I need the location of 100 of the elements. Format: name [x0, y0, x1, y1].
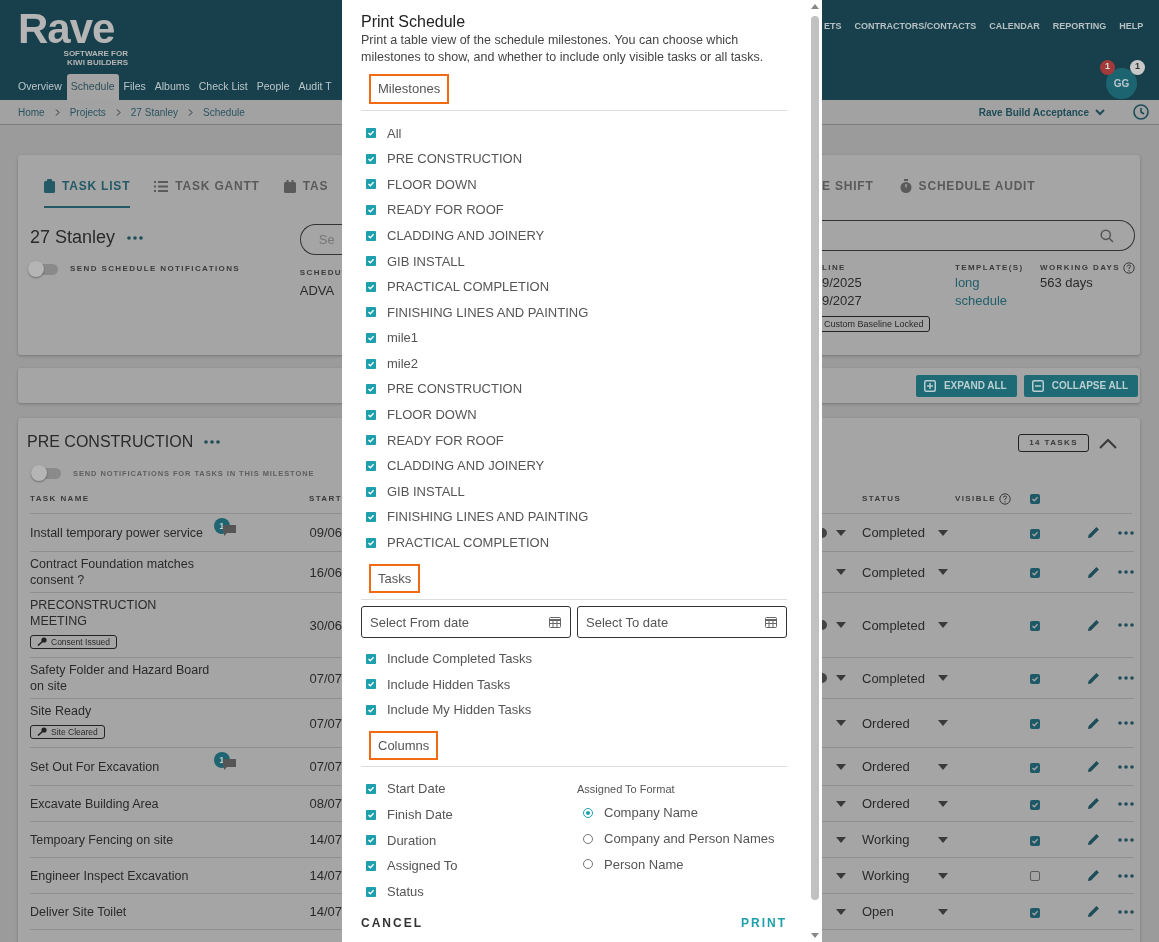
option-label[interactable]: Include Hidden Tasks: [387, 674, 511, 695]
caret-icon[interactable]: [836, 908, 846, 915]
option-label[interactable]: Company Name: [604, 803, 698, 823]
option-label[interactable]: Include My Hidden Tasks: [387, 700, 532, 720]
nav-link[interactable]: REPORTING: [1052, 20, 1107, 34]
scrollbar-thumb[interactable]: [811, 16, 819, 900]
task-name[interactable]: Tempoary Fencing on site: [30, 831, 214, 848]
caret-icon[interactable]: [938, 836, 948, 843]
option-label[interactable]: All: [387, 123, 402, 144]
project-tab[interactable]: Files: [119, 74, 150, 100]
status-value[interactable]: Completed: [862, 523, 938, 543]
caret-icon[interactable]: [836, 529, 846, 536]
caret-icon[interactable]: [836, 569, 846, 576]
more-icon[interactable]: [1118, 721, 1134, 726]
caret-icon[interactable]: [938, 908, 948, 915]
checkbox[interactable]: [366, 679, 376, 690]
calendar-icon[interactable]: [765, 616, 777, 629]
account-selector[interactable]: Rave Build Acceptance: [978, 104, 1089, 120]
caret-icon[interactable]: [836, 872, 846, 879]
option-label[interactable]: mile2: [387, 353, 419, 374]
pencil-icon[interactable]: [1087, 565, 1100, 579]
checkbox[interactable]: [366, 653, 376, 664]
option-label[interactable]: PRACTICAL COMPLETION: [387, 533, 550, 553]
checkbox[interactable]: [366, 333, 376, 344]
caret-icon[interactable]: [938, 800, 948, 807]
caret-icon[interactable]: [938, 763, 948, 770]
more-icon[interactable]: [1118, 909, 1134, 914]
breadcrumb-link[interactable]: 27 Stanley: [130, 104, 179, 120]
pencil-icon[interactable]: [1087, 526, 1100, 540]
checkbox[interactable]: [366, 486, 376, 497]
more-icon[interactable]: [1118, 623, 1134, 628]
toolbar-button[interactable]: COLLAPSE ALL: [1023, 374, 1138, 397]
status-value[interactable]: Ordered: [862, 757, 938, 777]
more-icon[interactable]: [1118, 837, 1134, 842]
caret-icon[interactable]: [938, 675, 948, 682]
pencil-icon[interactable]: [1087, 833, 1100, 847]
pencil-icon[interactable]: [1087, 869, 1100, 883]
task-name[interactable]: Install temporary power service: [30, 524, 214, 541]
clock-icon[interactable]: [1133, 104, 1149, 120]
caret-icon[interactable]: [938, 529, 948, 536]
caret-icon[interactable]: [938, 720, 948, 727]
pencil-icon[interactable]: [1087, 760, 1100, 774]
search-icon[interactable]: [1100, 228, 1115, 243]
status-value[interactable]: Ordered: [862, 794, 938, 814]
checkbox[interactable]: [366, 435, 376, 446]
option-label[interactable]: mile1: [387, 328, 419, 348]
option-label[interactable]: GIB INSTALL: [387, 481, 465, 502]
option-label[interactable]: FINISHING LINES AND PAINTING: [387, 507, 589, 527]
checkbox[interactable]: [1030, 621, 1040, 632]
checkbox[interactable]: [366, 784, 376, 795]
caret-icon[interactable]: [938, 872, 948, 879]
project-tab[interactable]: Albums: [150, 74, 194, 100]
option-label[interactable]: FINISHING LINES AND PAINTING: [387, 302, 589, 323]
checkbox[interactable]: [366, 809, 376, 820]
option-label[interactable]: Company and Person Names: [604, 829, 775, 849]
checkbox[interactable]: [1030, 719, 1040, 730]
checkbox[interactable]: [366, 256, 376, 267]
task-name[interactable]: Excavate Building Area: [30, 795, 214, 812]
date-field[interactable]: Select From date: [361, 606, 571, 639]
option-label[interactable]: Finish Date: [387, 805, 453, 825]
option-label[interactable]: READY FOR ROOF: [387, 430, 504, 451]
nav-link[interactable]: CALENDAR: [989, 20, 1040, 34]
logo[interactable]: Rave: [18, 8, 128, 50]
toggle-switch[interactable]: [30, 263, 58, 275]
scroll-down-icon[interactable]: [811, 933, 819, 938]
checkbox[interactable]: [366, 409, 376, 420]
checkbox[interactable]: [366, 307, 376, 318]
calendar-icon[interactable]: [549, 616, 561, 629]
checkbox[interactable]: [366, 358, 376, 369]
checkbox[interactable]: [1030, 528, 1040, 539]
more-icon[interactable]: [1118, 801, 1134, 806]
scroll-up-icon[interactable]: [811, 4, 819, 9]
project-tab[interactable]: Overview: [14, 74, 66, 100]
caret-icon[interactable]: [836, 800, 846, 807]
project-tab[interactable]: Audit T: [294, 74, 336, 100]
checkbox[interactable]: [366, 537, 376, 548]
task-name[interactable]: PRECONSTRUCTION MEETING: [30, 597, 214, 630]
checkbox[interactable]: [366, 205, 376, 216]
nav-link[interactable]: CONTRACTORS/CONTACTS: [854, 20, 977, 34]
option-label[interactable]: READY FOR ROOF: [387, 200, 504, 220]
checkbox[interactable]: [1030, 907, 1040, 918]
task-name[interactable]: Contract Foundation matches consent ?: [30, 556, 214, 589]
more-icon[interactable]: [1118, 676, 1134, 681]
task-name[interactable]: Deliver Site Toilet: [30, 903, 214, 920]
checkbox[interactable]: [1030, 762, 1040, 773]
checkbox[interactable]: [1030, 674, 1040, 685]
project-tab[interactable]: People: [252, 74, 294, 100]
chevron-down-icon[interactable]: [1095, 108, 1105, 116]
checkbox[interactable]: [366, 860, 376, 871]
date-field[interactable]: Select To date: [577, 606, 787, 639]
option-label[interactable]: Person Name: [604, 854, 684, 875]
toggle-switch[interactable]: [33, 468, 61, 480]
breadcrumb-link[interactable]: Projects: [69, 104, 106, 120]
option-label[interactable]: CLADDING AND JOINERY: [387, 225, 545, 246]
dialog-button[interactable]: CANCEL: [361, 916, 423, 931]
dialog-button[interactable]: PRINT: [741, 916, 787, 931]
task-name[interactable]: Engineer Inspect Excavation: [30, 867, 214, 884]
project-tab[interactable]: Schedule: [66, 74, 119, 100]
task-name[interactable]: Set Out For Excavation: [30, 758, 214, 775]
option-label[interactable]: PRE CONSTRUCTION: [387, 149, 523, 169]
